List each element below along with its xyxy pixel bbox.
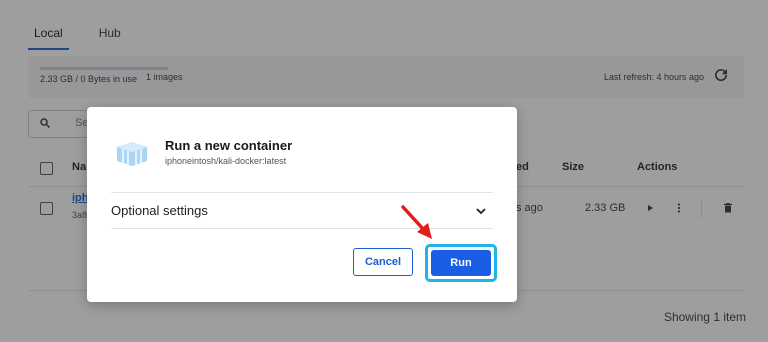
run-container-dialog: Run a new container iphoneintosh/kali-do… [87, 107, 517, 302]
run-button[interactable]: Run [431, 250, 491, 276]
chevron-down-icon [476, 208, 486, 215]
optional-settings-label: Optional settings [111, 203, 208, 218]
dialog-image-name: iphoneintosh/kali-docker:latest [165, 156, 287, 166]
run-button-highlight: Run [425, 244, 497, 282]
cancel-button[interactable]: Cancel [353, 248, 413, 276]
container-icon [117, 142, 147, 166]
dialog-title: Run a new container [165, 138, 293, 153]
pointer-arrow-icon [401, 205, 432, 239]
